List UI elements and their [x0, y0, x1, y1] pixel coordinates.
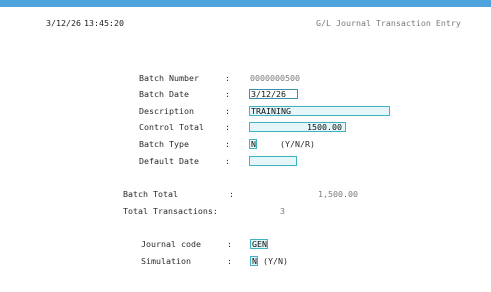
batch-number-label: Batch Number	[139, 73, 199, 83]
description-label: Description	[139, 106, 194, 116]
colon: :	[225, 139, 230, 149]
colon: :	[227, 239, 232, 249]
batch-total-value: 1,500.00	[318, 189, 358, 199]
colon: :	[225, 89, 230, 99]
batch-number-value: 0000000500	[250, 73, 300, 83]
batch-type-label: Batch Type	[139, 139, 189, 149]
journal-code-label: Journal code	[141, 239, 201, 249]
total-transactions-value: 3	[280, 206, 285, 216]
default-date-label: Default Date	[139, 156, 199, 166]
colon: :	[225, 122, 230, 132]
header-date: 3/12/26	[46, 18, 81, 28]
control-total-label: Control Total	[139, 122, 204, 132]
simulation-hint: (Y/N)	[263, 256, 288, 266]
colon: :	[225, 106, 230, 116]
batch-type-field[interactable]: N	[249, 139, 257, 149]
default-date-field[interactable]	[249, 156, 297, 166]
control-total-field[interactable]: 1500.00	[249, 122, 346, 132]
colon: :	[229, 189, 234, 199]
colon: :	[225, 73, 230, 83]
batch-type-hint: (Y/N/R)	[280, 139, 315, 149]
simulation-field[interactable]: N	[250, 256, 258, 266]
header-time: 13:45:20	[84, 18, 124, 28]
simulation-label: Simulation	[141, 256, 191, 266]
screen-title: G/L Journal Transaction Entry	[316, 18, 461, 28]
total-transactions-label: Total Transactions:	[123, 206, 218, 216]
description-field[interactable]: TRAINING	[249, 106, 390, 116]
top-accent-bar	[0, 0, 491, 7]
colon: :	[227, 256, 232, 266]
batch-date-field[interactable]: 3/12/26	[249, 89, 298, 99]
batch-date-label: Batch Date	[139, 89, 189, 99]
batch-total-label: Batch Total	[123, 189, 178, 199]
journal-code-field[interactable]: GEN	[250, 239, 268, 249]
colon: :	[225, 156, 230, 166]
